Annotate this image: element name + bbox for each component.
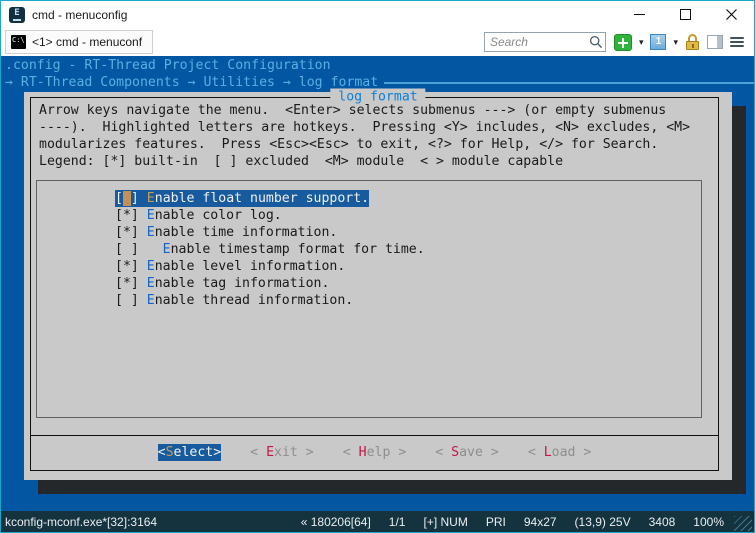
dialog-button-load[interactable]: < Load > [528,444,592,461]
window-number-icon[interactable]: 1 [650,34,666,50]
button-hotkey: H [359,445,367,460]
menu-item[interactable]: [ ] Enable thread information. [115,292,353,309]
maximize-icon [680,9,691,20]
dialog-button-save[interactable]: < Save > [435,444,499,461]
terminal[interactable]: .config - RT-Thread Project Configuratio… [1,56,754,511]
tab-label: <1> cmd - menuconf [32,35,142,49]
dialog-instructions: Arrow keys navigate the menu. <Enter> se… [39,102,690,170]
breadcrumb-rule [384,82,754,84]
plus-icon-bar [622,38,624,48]
status-segment: 94x27 [524,515,557,529]
button-hotkey: S [166,445,174,460]
status-segment: [+] NUM [423,515,467,529]
item-hotkey: E [163,242,171,257]
instruction-line: Arrow keys navigate the menu. <Enter> se… [39,102,690,119]
split-pane-icon[interactable] [707,35,723,49]
status-segment: 1/1 [389,515,406,529]
menuconfig-dialog: log format Arrow keys navigate the menu.… [24,92,732,480]
item-hotkey: E [147,208,155,223]
item-hotkey: E [147,191,155,206]
button-hotkey: S [451,445,459,460]
dialog-button-help[interactable]: < Help > [343,444,407,461]
split-pane-fill [717,36,722,48]
menu-bar [730,37,744,39]
conemu-app-icon: E [9,7,25,23]
legend-line: Legend: [*] built-in [ ] excluded <M> mo… [39,153,690,170]
search-box [484,32,606,52]
new-console-dropdown[interactable]: ▾ [639,38,644,47]
breadcrumb: → RT-Thread Components → Utilities → log… [5,74,378,91]
status-segment: « 180206[64] [301,515,371,529]
item-hotkey: E [147,276,155,291]
lock-body [686,41,699,50]
app-icon-letter: E [14,9,19,18]
tab-cmd-menuconf[interactable]: C:\ <1> cmd - menuconf [5,30,153,54]
titlebar: E cmd - menuconfig [1,1,754,28]
resize-grip[interactable] [734,516,752,531]
status-process: kconfig-mconf.exe*[32]:3164 [5,515,157,529]
dialog-button-exit[interactable]: < Exit > [250,444,314,461]
menu-items: [ ] Enable float number support.[*] Enab… [115,190,425,309]
new-console-button[interactable] [614,34,632,51]
cursor-block [123,191,131,206]
button-hotkey: L [544,445,552,460]
search-icon[interactable] [589,35,603,49]
minimize-icon [634,14,645,15]
app-icon-underbar [13,19,21,21]
status-segment: (13,9) 25V [575,515,631,529]
search-input[interactable] [484,32,606,52]
item-hotkey: E [147,293,155,308]
menu-listbox: [ ] Enable float number support.[*] Enab… [36,180,702,418]
menu-item[interactable]: [ ] Enable float number support. [115,190,369,207]
menu-bar [730,45,744,47]
status-segment: PRI [486,515,506,529]
menu-icon[interactable] [730,37,744,47]
close-button[interactable] [708,1,754,28]
menu-item[interactable]: [*] Enable color log. [115,207,282,224]
lock-icon[interactable] [685,34,700,51]
maximize-button[interactable] [662,1,708,28]
dialog-buttons: <Select> < Exit > < Help > < Save > < Load > [30,444,719,461]
window-dropdown[interactable]: ▾ [673,38,678,47]
minimize-button[interactable] [616,1,662,28]
status-bar: kconfig-mconf.exe*[32]:3164 « 180206[64]… [1,511,754,532]
dialog-button-select[interactable]: <Select> [158,444,222,461]
window-controls [616,1,754,28]
status-segment: 100% [693,515,724,529]
menu-bar [730,41,744,43]
button-hotkey: E [266,445,274,460]
instruction-line: ----). Highlighted letters are hotkeys. … [39,119,690,136]
close-icon [725,8,738,21]
conemu-window: E cmd - menuconfig C:\ <1> cmd - menucon… [0,0,755,533]
window-title: cmd - menuconfig [32,8,127,22]
config-header: .config - RT-Thread Project Configuratio… [5,57,331,74]
item-hotkey: E [147,259,155,274]
cmd-icon: C:\ [11,35,26,49]
item-hotkey: E [147,225,155,240]
instruction-line: modularizes features. Press <Esc><Esc> t… [39,136,690,153]
toolbar-icons: ▾ 1 ▾ [614,34,744,51]
tab-bar: C:\ <1> cmd - menuconf ▾ 1 ▾ [1,28,754,56]
menu-item[interactable]: [*] Enable tag information. [115,275,329,292]
status-segments: « 180206[64] 1/1 [+] NUM PRI 94x27 (13,9) 25V… [301,515,724,529]
menu-item[interactable]: [*] Enable time information. [115,224,337,241]
menu-item[interactable]: [*] Enable level information. [115,258,345,275]
button-separator [30,435,719,436]
menu-item[interactable]: [ ] Enable timestamp format for time. [115,241,425,258]
status-segment: 3408 [649,515,676,529]
